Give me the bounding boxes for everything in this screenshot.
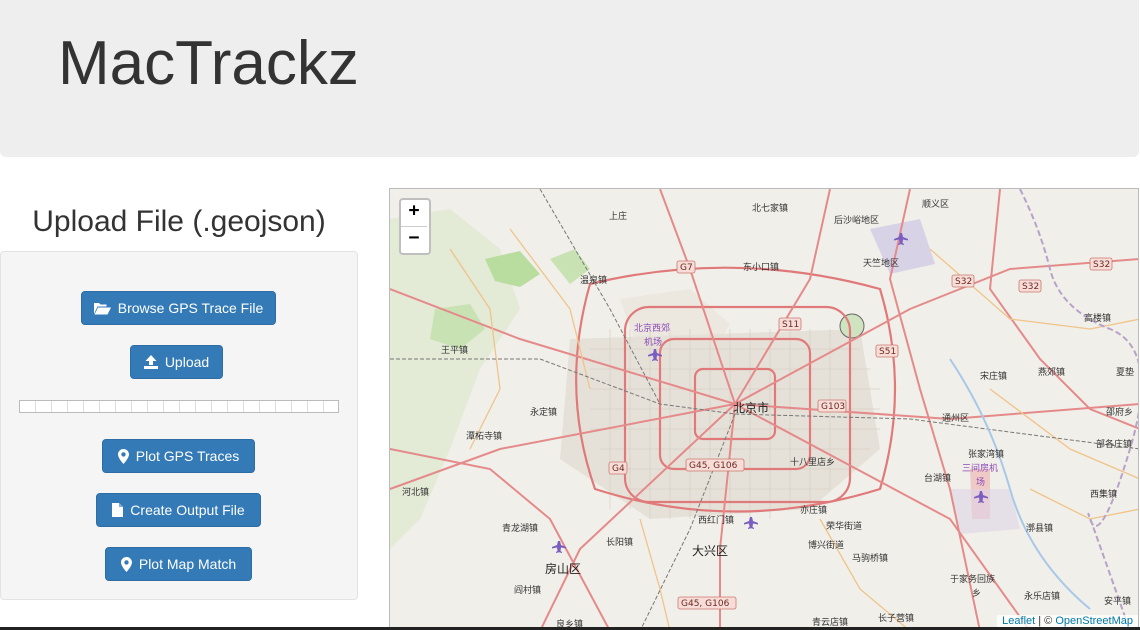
place-label: 夏垫 xyxy=(1116,366,1134,378)
poi-label: 场 xyxy=(976,477,985,488)
map-marker-icon xyxy=(120,556,132,572)
upload-progress-bar xyxy=(19,400,339,413)
svg-text:G7: G7 xyxy=(680,263,693,273)
zoom-control: + − xyxy=(399,198,431,255)
place-label: 阎村镇 xyxy=(514,584,541,596)
place-label: 于家务回族 xyxy=(950,573,995,585)
map-view[interactable]: G7 S11 S51 S32 S32 S32 G103 G4 G45, G106… xyxy=(389,188,1139,630)
place-label: 十八里店乡 xyxy=(790,456,835,468)
place-label: 台湖镇 xyxy=(924,472,951,484)
place-label: 西红门镇 xyxy=(698,514,734,526)
place-label: 永定镇 xyxy=(530,406,557,418)
road-shield-s32: S32 xyxy=(951,274,975,288)
upload-button[interactable]: Upload xyxy=(130,345,223,379)
folder-open-icon xyxy=(93,302,111,314)
place-label: 张家湾镇 xyxy=(968,448,1004,460)
place-label: 漷县镇 xyxy=(1026,522,1053,534)
zoom-in-button[interactable]: + xyxy=(401,200,427,226)
road-shield-g103: G103 xyxy=(817,399,847,413)
map-tiles: G7 S11 S51 S32 S32 S32 G103 G4 G45, G106… xyxy=(390,189,1138,629)
place-label: 上庄 xyxy=(609,210,627,222)
plot-map-match-label: Plot Map Match xyxy=(138,556,237,572)
place-label: 燕郊镇 xyxy=(1038,366,1065,378)
place-label: 荣华街道 xyxy=(826,520,862,532)
airport-area xyxy=(950,489,1020,534)
app-title: MacTrackz xyxy=(58,29,359,98)
road-shield-s32: S32 xyxy=(1018,279,1042,293)
upload-heading: Upload File (.geojson) xyxy=(32,205,326,238)
map-attribution: Leaflet | © OpenStreetMap xyxy=(997,615,1138,627)
place-label: 顺义区 xyxy=(922,199,949,210)
road-shield-g45-g106: G45, G106 xyxy=(685,458,745,472)
park-circle xyxy=(839,313,865,339)
road-shield-s11: S11 xyxy=(778,317,802,331)
svg-text:S51: S51 xyxy=(879,347,896,357)
zoom-out-button[interactable]: − xyxy=(401,226,427,253)
place-label: 温泉镇 xyxy=(580,274,607,286)
svg-text:G103: G103 xyxy=(821,402,845,412)
leaflet-link[interactable]: Leaflet xyxy=(1002,615,1035,627)
road-shield-g7: G7 xyxy=(676,260,696,274)
place-label: 邵府乡 xyxy=(1106,406,1133,418)
place-label: 高楼镇 xyxy=(1084,312,1111,324)
create-output-file-button[interactable]: Create Output File xyxy=(96,493,261,527)
place-label: 天竺地区 xyxy=(863,257,899,269)
place-label: 部各庄镇 xyxy=(1096,438,1132,450)
plot-map-match-button[interactable]: Plot Map Match xyxy=(105,547,252,581)
browse-gps-trace-button[interactable]: Browse GPS Trace File xyxy=(81,291,276,325)
place-label: 西集镇 xyxy=(1090,488,1117,500)
svg-text:G45, G106: G45, G106 xyxy=(689,461,738,471)
place-label: 博兴街道 xyxy=(808,539,844,551)
place-label: 后沙峪地区 xyxy=(834,214,879,226)
city-label: 北京市 xyxy=(733,400,769,415)
place-label: 安平镇 xyxy=(1104,595,1131,607)
upload-label: Upload xyxy=(164,354,210,370)
district-label: 大兴区 xyxy=(692,544,728,558)
road-shield-s32: S32 xyxy=(1089,257,1113,271)
svg-text:S11: S11 xyxy=(782,320,799,330)
place-label: 青龙湖镇 xyxy=(502,522,538,534)
place-label: 永乐店镇 xyxy=(1024,590,1060,602)
attribution-separator: | © xyxy=(1035,615,1056,627)
svg-text:S32: S32 xyxy=(1022,282,1039,292)
place-label: 马驹桥镇 xyxy=(852,552,888,564)
place-label: 潭柘寺镇 xyxy=(466,430,502,442)
place-label: 乡 xyxy=(972,588,981,599)
place-label: 通州区 xyxy=(942,413,969,424)
upload-icon xyxy=(143,355,158,369)
road-shield-s51: S51 xyxy=(875,344,899,358)
road-shield-g4: G4 xyxy=(608,461,628,475)
district-label: 房山区 xyxy=(545,561,581,576)
svg-text:G45, G106: G45, G106 xyxy=(681,599,730,609)
place-label: 宋庄镇 xyxy=(980,370,1007,382)
plot-gps-traces-label: Plot GPS Traces xyxy=(135,448,240,464)
map-marker-icon xyxy=(117,448,129,464)
poi-label: 三间房机 xyxy=(962,462,998,474)
svg-text:S32: S32 xyxy=(955,277,972,287)
plot-gps-traces-button[interactable]: Plot GPS Traces xyxy=(102,439,255,473)
file-icon xyxy=(112,503,124,517)
openstreetmap-link[interactable]: OpenStreetMap xyxy=(1055,615,1133,627)
create-output-file-label: Create Output File xyxy=(130,502,245,518)
place-label: 长子营镇 xyxy=(878,612,914,624)
poi-label: 机场 xyxy=(644,336,662,348)
place-label: 北七家镇 xyxy=(752,202,788,214)
svg-text:G4: G4 xyxy=(612,464,625,474)
place-label: 王平镇 xyxy=(441,344,468,356)
svg-text:S32: S32 xyxy=(1093,260,1110,270)
place-label: 东小口镇 xyxy=(743,261,779,273)
header-jumbotron: MacTrackz xyxy=(0,0,1139,157)
road-shield-g45-g106: G45, G106 xyxy=(677,596,737,610)
place-label: 河北镇 xyxy=(402,486,429,498)
place-label: 长阳镇 xyxy=(606,536,633,548)
browse-gps-trace-label: Browse GPS Trace File xyxy=(117,300,264,316)
place-label: 亦庄镇 xyxy=(800,504,827,516)
poi-label: 北京西郊 xyxy=(634,322,670,334)
